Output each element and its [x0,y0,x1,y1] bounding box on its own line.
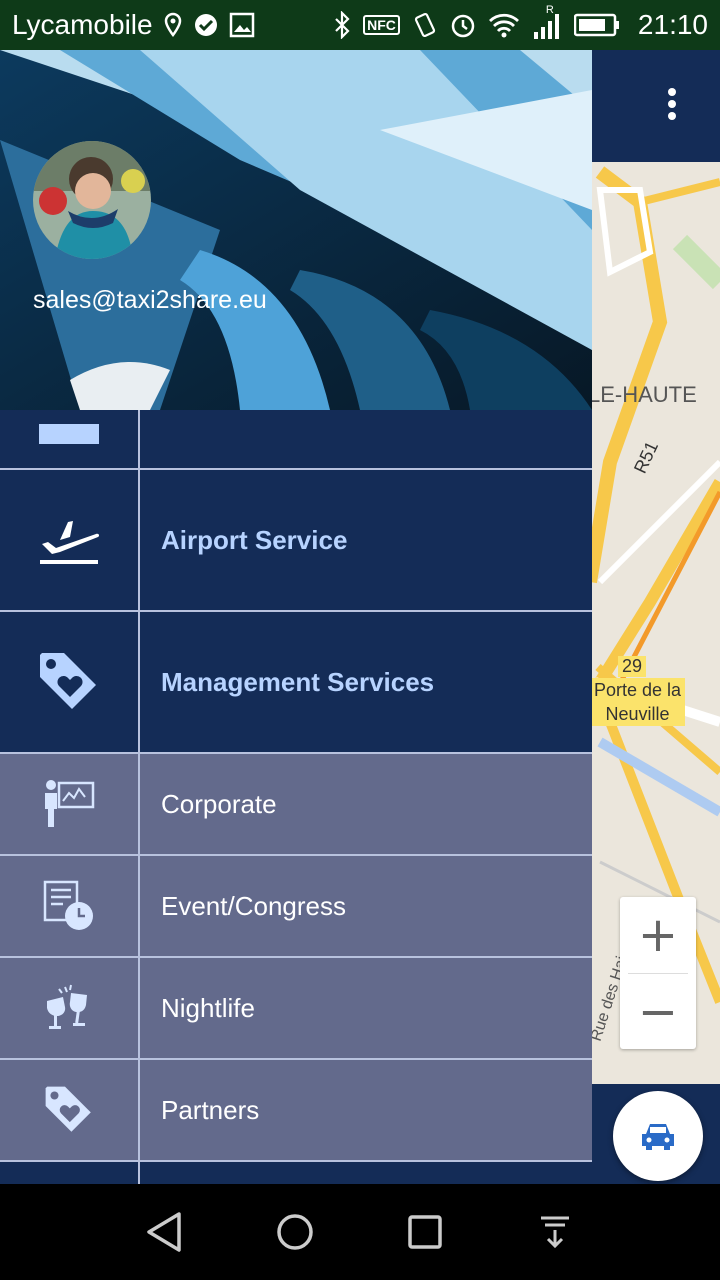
drawer-item-label: Nightlife [161,992,255,1023]
drawer-item-icon-cell [0,1060,140,1160]
drawer-item-label: Airport Service [161,524,348,555]
drawer-item-management-services[interactable]: Management Services [0,612,592,754]
taxi-icon [642,1124,674,1150]
presenter-chart-icon [45,780,95,827]
back-triangle-icon [147,1212,181,1252]
drawer-item-airport-service[interactable]: Airport Service [0,470,592,612]
drawer-item-nightlife[interactable]: Nightlife [0,958,592,1060]
overflow-menu-icon[interactable] [664,88,680,124]
wifi-icon [488,13,519,38]
drawer-item-icon-cell [0,1162,140,1184]
bluetooth-icon [335,11,350,39]
recents-button[interactable] [395,1202,455,1262]
nfc-icon: NFC [363,15,400,35]
drawer-item-event-congress[interactable]: Event/Congress [0,856,592,958]
drawer-menu: Airport Service Management Services Corp… [0,410,592,1184]
document-clock-icon [43,880,93,930]
image-icon [229,12,254,38]
drawer-item-label: Partners [161,1094,260,1125]
back-button[interactable] [135,1202,195,1262]
drawer-item-icon-cell [0,958,140,1058]
drawer-item-icon-cell [0,612,140,752]
zoom-out-button[interactable]: − [620,974,696,1050]
drawer-header: sales@taxi2share.eu [0,50,592,410]
drawer-item-partners[interactable]: Partners [0,1060,592,1162]
drawer-item-label: Event/Congress [161,890,346,921]
zoom-in-button[interactable]: + [620,897,696,973]
drawer-item-icon-cell [0,754,140,854]
drawer-item-icon-cell [0,470,140,610]
signal-roaming-label: R [545,4,554,16]
drawer-item-icon-cell [0,856,140,956]
alarm-icon [451,14,475,38]
status-bar: Lycamobile NFC R 21:10 [0,0,720,50]
home-circle-icon [277,1214,313,1250]
navigation-drawer: sales@taxi2share.eu Airport Service Mana… [0,50,592,1184]
zoom-controls: + − [620,897,696,1049]
map-label-place-line1: Porte de la [594,680,682,700]
notification-pulldown-button[interactable] [525,1202,585,1262]
bed-icon [39,424,99,444]
signal-icon: R [532,4,562,40]
carrier-name: Lycamobile [12,9,153,40]
location-icon [164,12,181,38]
tag-heart-icon [45,1086,91,1132]
toast-glasses-icon [47,984,87,1029]
check-badge-icon [194,14,217,36]
drawer-item-label: Corporate [161,788,277,819]
drawer-item-icon-cell [0,410,140,468]
system-nav-bar [0,1184,720,1280]
avatar[interactable] [33,141,151,259]
battery-icon [573,13,619,37]
map-label-area: LE-HAUTE [588,382,697,407]
drawer-item-partial-bottom[interactable] [0,1162,592,1184]
airplane-departure-icon [40,521,100,564]
drawer-item-label: Management Services [161,666,435,697]
pulldown-icon [541,1216,569,1249]
map-label-place: Porte de la Neuville [590,678,686,726]
tag-heart-icon [40,653,96,709]
drawer-item-corporate[interactable]: Corporate [0,754,592,856]
drawer-item-partial[interactable] [0,410,592,470]
taxi-fab-button[interactable] [613,1091,703,1181]
account-email: sales@taxi2share.eu [33,286,267,314]
vibrate-icon [414,12,436,38]
home-button[interactable] [265,1202,325,1262]
clock: 21:10 [637,9,708,40]
map-label-exit: 29 [618,656,647,677]
map-label-place-line2: Neuville [605,704,670,724]
recents-square-icon [408,1215,442,1249]
